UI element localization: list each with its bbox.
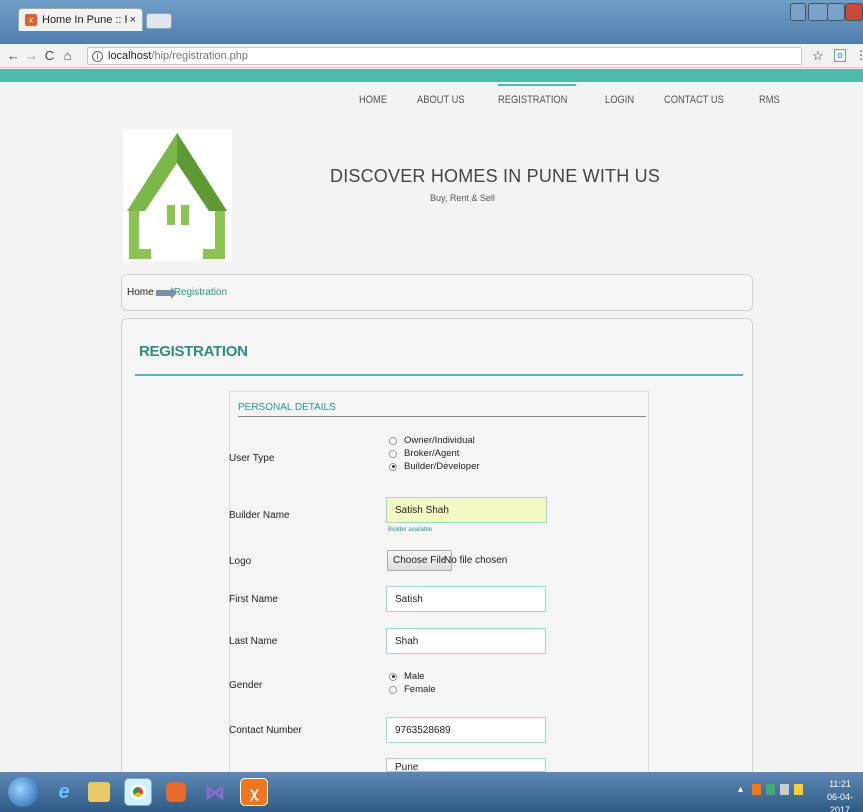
clock-time: 11:21	[829, 779, 851, 789]
tray-network-icon[interactable]	[780, 784, 789, 795]
last-name-label: Last Name	[229, 636, 278, 647]
windows-taskbar: e ⋈ ꭓ	[0, 772, 863, 812]
maximize-button[interactable]	[827, 3, 845, 21]
system-tray: ▴	[738, 784, 803, 795]
url-host: localhost	[108, 50, 152, 62]
user-type-option-broker[interactable]: Broker/Agent	[389, 448, 459, 459]
gender-option-female[interactable]: Female	[389, 684, 436, 695]
gender-option-male[interactable]: Male	[389, 671, 425, 682]
internet-explorer-icon[interactable]: e	[50, 778, 78, 806]
logo-label: Logo	[229, 556, 252, 567]
radio-broker-label: Broker/Agent	[404, 448, 460, 459]
user-type-option-owner[interactable]: Owner/Individual	[389, 435, 475, 446]
user-type-option-builder[interactable]: Builder/Developer	[389, 461, 480, 472]
radio-owner-label: Owner/Individual	[404, 435, 475, 446]
tab-title: Home In Pune :: Registra	[42, 14, 127, 26]
visual-studio-icon[interactable]: ⋈	[201, 778, 229, 806]
breadcrumb-home[interactable]: Home	[127, 287, 154, 298]
xd-app-icon[interactable]	[166, 782, 186, 802]
xampp-icon[interactable]: ꭓ	[240, 778, 268, 806]
breadcrumb-current: Registration	[173, 287, 228, 298]
tray-volume-icon[interactable]	[794, 784, 803, 795]
nav-contact-us[interactable]: CONTACT US	[664, 94, 724, 106]
reload-icon[interactable]: C	[42, 48, 57, 63]
forward-icon[interactable]: →	[24, 48, 39, 63]
radio-male[interactable]	[389, 672, 397, 681]
nav-rms[interactable]: RMS	[759, 94, 780, 106]
new-tab-button[interactable]	[146, 13, 172, 29]
tray-expand-icon[interactable]: ▴	[738, 784, 747, 795]
tab-close-icon[interactable]: ×	[130, 14, 136, 26]
chrome-icon[interactable]	[124, 778, 152, 806]
close-window-button[interactable]	[845, 3, 863, 21]
clock-date: 06-04-2017	[826, 792, 853, 812]
browser-menu-icon[interactable]: ⋮	[855, 48, 863, 62]
radio-builder[interactable]	[389, 462, 397, 471]
choose-file-button[interactable]: Choose File	[387, 550, 453, 571]
form-rows: User Type Owner/Individual Broker/Agent …	[229, 0, 649, 812]
radio-male-label: Male	[404, 671, 425, 682]
radio-owner[interactable]	[389, 436, 397, 445]
home-icon[interactable]: ⌂	[60, 48, 75, 63]
back-icon[interactable]: ←	[6, 48, 21, 63]
site-logo[interactable]	[123, 129, 232, 261]
radio-broker[interactable]	[389, 449, 397, 458]
taskbar-clock[interactable]: 11:21 06-04-2017	[820, 778, 860, 812]
info-icon[interactable]: i	[92, 50, 103, 62]
first-name-input[interactable]: Satish	[386, 586, 546, 612]
minimize-button[interactable]	[808, 3, 828, 21]
builder-name-label: Builder Name	[229, 510, 290, 521]
profile-icon[interactable]	[790, 3, 806, 21]
builder-name-input[interactable]: Satish Shah	[386, 497, 547, 523]
contact-number-label: Contact Number	[229, 725, 302, 736]
site-favicon-icon: x	[25, 14, 37, 26]
start-button[interactable]	[8, 777, 38, 807]
radio-female-label: Female	[404, 684, 436, 695]
contact-number-input[interactable]: 9763528689	[386, 717, 546, 743]
tray-xampp-icon[interactable]	[752, 784, 761, 795]
breadcrumb-arrow-icon	[155, 286, 177, 299]
file-explorer-icon[interactable]	[88, 782, 110, 802]
tray-app-icon[interactable]	[766, 784, 775, 795]
file-status: No file chosen	[444, 555, 508, 566]
bookmark-star-icon[interactable]: ☆	[812, 48, 824, 64]
radio-female[interactable]	[389, 685, 397, 694]
browser-tab[interactable]: x Home In Pune :: Registra ×	[18, 8, 143, 31]
city-input[interactable]: Pune	[386, 758, 546, 773]
user-type-label: User Type	[229, 453, 275, 464]
builder-name-hint: Builder available	[388, 527, 433, 533]
radio-builder-label: Builder/Developer	[404, 461, 480, 472]
last-name-input[interactable]: Shah	[386, 628, 546, 654]
extension-icon[interactable]: o	[834, 49, 846, 62]
first-name-label: First Name	[229, 594, 278, 605]
gender-label: Gender	[229, 680, 263, 691]
